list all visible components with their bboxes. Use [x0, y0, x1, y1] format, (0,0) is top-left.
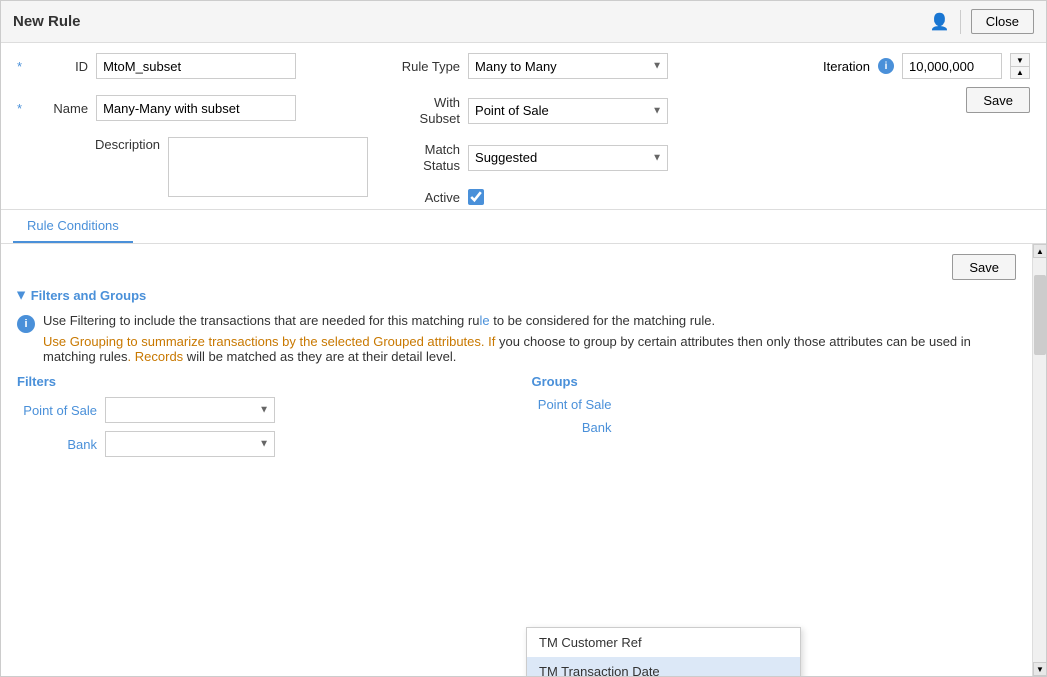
scrollbar-up-button[interactable]: ▲: [1033, 244, 1046, 258]
iteration-input[interactable]: [902, 53, 1002, 79]
match-status-select[interactable]: Suggested: [468, 145, 668, 171]
dropdown-item-0[interactable]: TM Customer Ref: [527, 628, 800, 657]
name-label: Name: [26, 101, 96, 116]
info-grouping-text: Use Grouping to summarize transactions b…: [43, 334, 1016, 364]
filter-pos-label: Point of Sale: [17, 403, 97, 418]
filters-groups-label: Filters and Groups: [31, 288, 147, 303]
groups-column: Groups Point of Sale Bank: [532, 374, 1017, 465]
dropdown-menu: TM Customer Ref TM Transaction Date TM C…: [526, 627, 801, 676]
with-subset-row: WithSubset Point of Sale ▼: [388, 95, 793, 126]
groups-col-title: Groups: [532, 374, 1017, 389]
filters-column: Filters Point of Sale ▼ Bank: [17, 374, 502, 465]
rule-type-wrapper: Many to Many ▼: [468, 53, 668, 79]
info-text: Use Filtering to include the transaction…: [43, 313, 1016, 364]
top-form-area: * ID * Name Description Rule Type: [1, 43, 1046, 210]
content-wrapper: Save ▶ Filters and Groups i Use Filterin…: [1, 244, 1046, 676]
filters-expand-icon: ▶: [15, 292, 26, 300]
content-save-row: Save: [17, 254, 1016, 280]
scrollbar-down-button[interactable]: ▼: [1033, 662, 1046, 676]
with-subset-select[interactable]: Point of Sale: [468, 98, 668, 124]
active-row: Active: [388, 189, 793, 205]
group-pos-row: Point of Sale: [532, 397, 1017, 412]
name-required: *: [17, 101, 22, 116]
name-row: * Name: [17, 95, 368, 121]
match-status-row: MatchStatus Suggested ▼: [388, 142, 793, 173]
info-circle-icon: i: [17, 315, 35, 333]
new-rule-dialog: New Rule 👤 Close * ID * Name Description: [0, 0, 1047, 677]
rule-type-select[interactable]: Many to Many: [468, 53, 668, 79]
description-input[interactable]: [168, 137, 368, 197]
info-link-text: le: [479, 313, 493, 328]
scrollbar-track: ▲ ▼: [1032, 244, 1046, 676]
rule-type-label: Rule Type: [388, 59, 468, 74]
left-form: * ID * Name Description: [17, 53, 368, 205]
rule-type-row: Rule Type Many to Many ▼: [388, 53, 793, 79]
group-pos-label: Point of Sale: [532, 397, 612, 412]
name-input[interactable]: [96, 95, 296, 121]
dropdown-item-1[interactable]: TM Transaction Date: [527, 657, 800, 676]
description-row: Description: [17, 137, 368, 197]
match-status-wrapper: Suggested ▼: [468, 145, 668, 171]
header-divider: [960, 10, 961, 34]
with-subset-wrapper: Point of Sale ▼: [468, 98, 668, 124]
active-checkbox[interactable]: [468, 189, 484, 205]
id-label: ID: [26, 59, 96, 74]
user-icon: 👤: [930, 12, 950, 32]
group-bank-label: Bank: [532, 420, 612, 435]
right-form: Rule Type Many to Many ▼ WithSubset Poin…: [368, 53, 793, 205]
close-button[interactable]: Close: [971, 9, 1034, 34]
iteration-up-button[interactable]: ▲: [1010, 66, 1030, 79]
iteration-arrows: ▼ ▲: [1010, 53, 1030, 79]
header-right: 👤 Close: [930, 9, 1034, 34]
top-save-button[interactable]: Save: [966, 87, 1030, 113]
dialog-header: New Rule 👤 Close: [1, 1, 1046, 43]
iteration-info-icon[interactable]: i: [878, 58, 894, 74]
filters-groups-header[interactable]: ▶ Filters and Groups: [17, 288, 1016, 303]
description-label: Description: [95, 137, 168, 152]
iteration-down-button[interactable]: ▼: [1010, 53, 1030, 66]
content-area: Save ▶ Filters and Groups i Use Filterin…: [1, 244, 1046, 475]
info-suffix: to be considered for the matching rule.: [493, 313, 715, 328]
iteration-save-area: Iteration i ▼ ▲ Save: [793, 53, 1030, 113]
scrollbar-thumb[interactable]: [1034, 275, 1046, 355]
tab-rule-conditions[interactable]: Rule Conditions: [13, 210, 133, 243]
filters-groups-columns: Filters Point of Sale ▼ Bank: [17, 374, 1016, 465]
iteration-row: Iteration i ▼ ▲: [823, 53, 1030, 79]
filter-pos-row: Point of Sale ▼: [17, 397, 502, 423]
dialog-title: New Rule: [13, 13, 81, 30]
id-input[interactable]: [96, 53, 296, 79]
info-main-text: Use Filtering to include the transaction…: [43, 313, 479, 328]
content-save-button[interactable]: Save: [952, 254, 1016, 280]
info-box: i Use Filtering to include the transacti…: [17, 313, 1016, 364]
filter-bank-row: Bank ▼: [17, 431, 502, 457]
match-status-label: MatchStatus: [388, 142, 468, 173]
id-row: * ID: [17, 53, 368, 79]
filter-pos-select[interactable]: [105, 397, 275, 423]
active-label: Active: [388, 190, 468, 205]
filter-bank-select[interactable]: [105, 431, 275, 457]
filter-bank-label: Bank: [17, 437, 97, 452]
iteration-label: Iteration: [823, 59, 870, 74]
with-subset-label: WithSubset: [388, 95, 468, 126]
filter-pos-wrapper: ▼: [105, 397, 275, 423]
filters-col-title: Filters: [17, 374, 502, 389]
group-bank-row: Bank: [532, 420, 1017, 435]
id-required: *: [17, 59, 22, 74]
filter-bank-wrapper: ▼: [105, 431, 275, 457]
tab-bar: Rule Conditions: [1, 210, 1046, 244]
